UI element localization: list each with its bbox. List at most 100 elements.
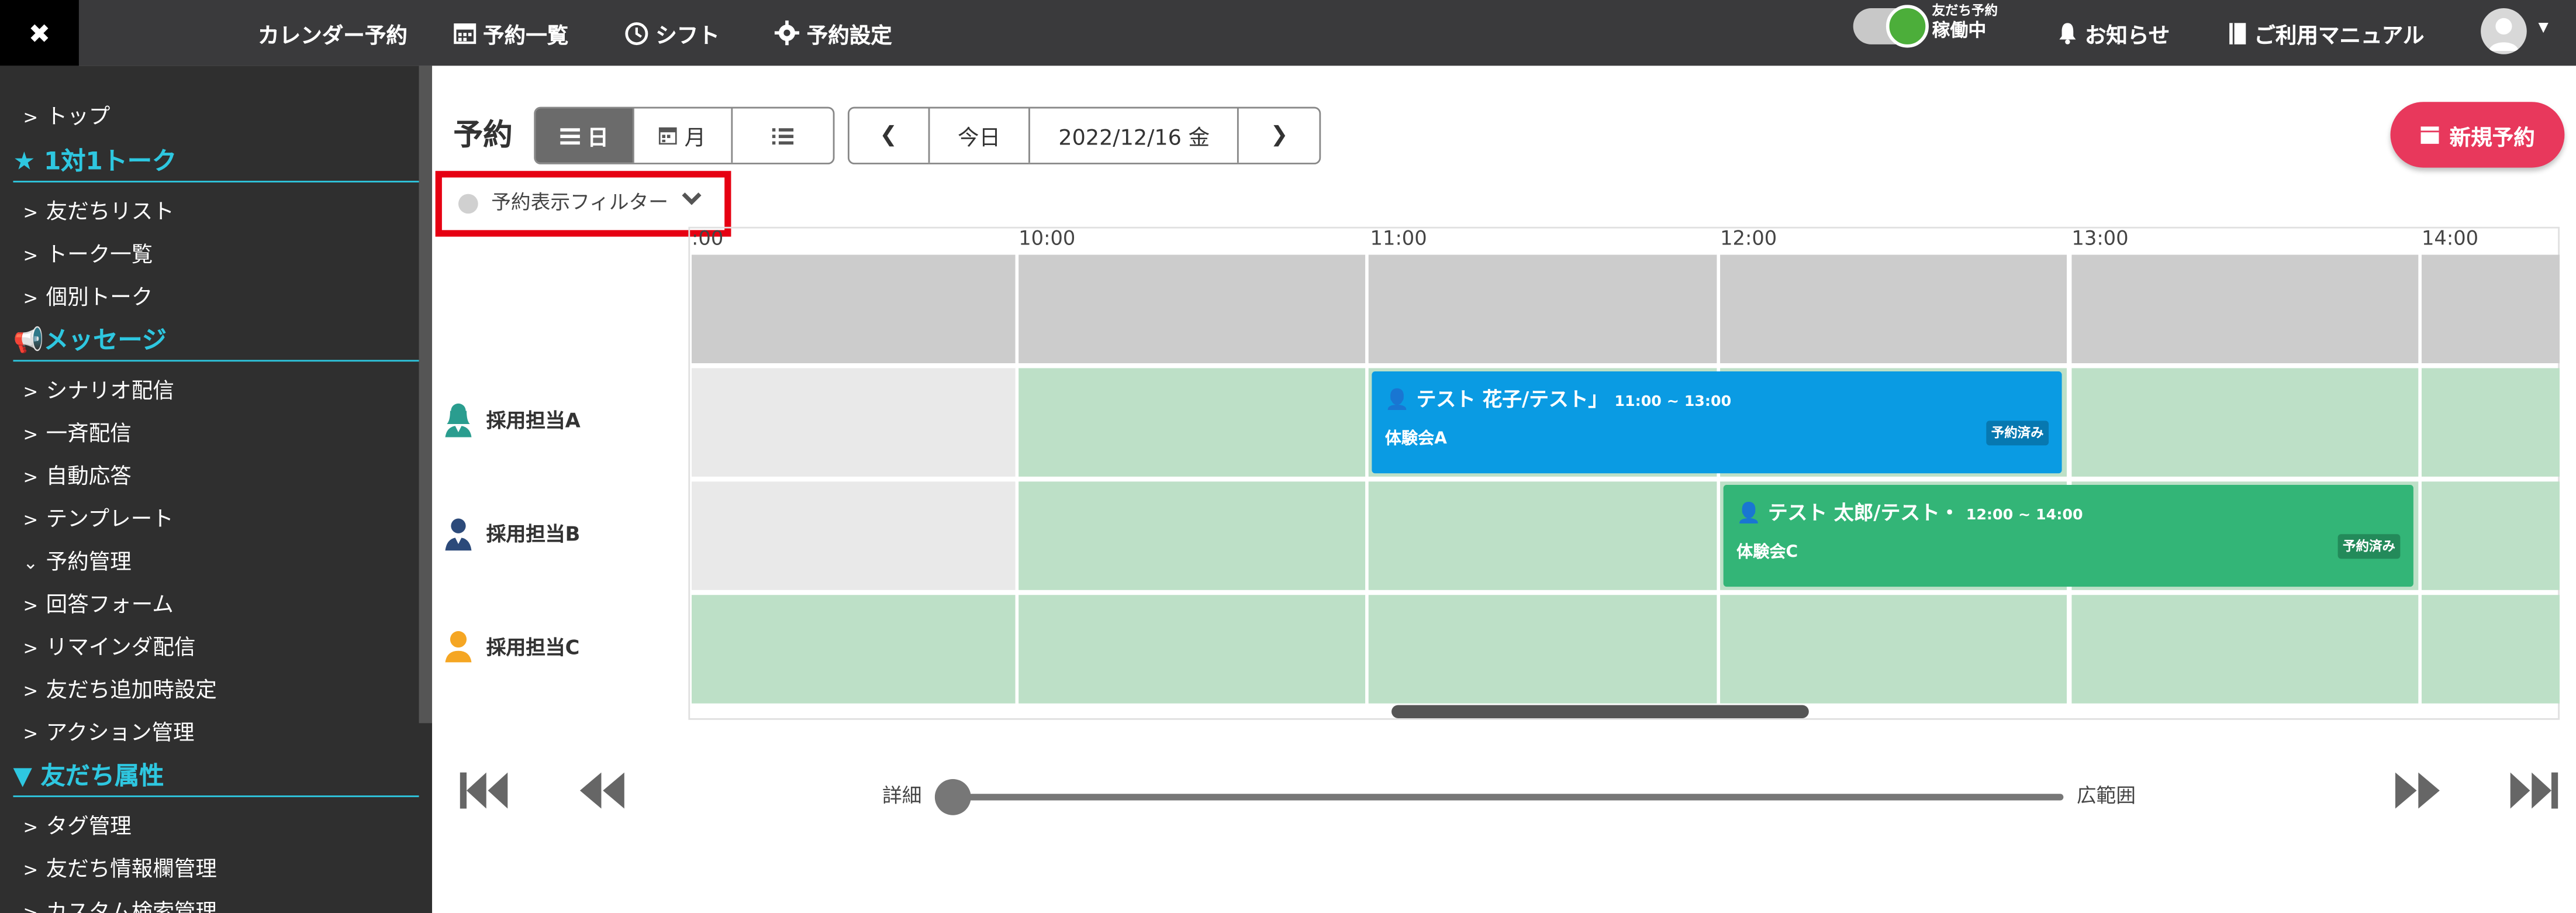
hour-label: 14:00 bbox=[2421, 226, 2479, 250]
hour-label: 13:00 bbox=[2071, 226, 2129, 250]
calendar-grid-icon bbox=[454, 23, 476, 44]
booking-event[interactable]: 👤 テスト 太郎/テスト・ 12:00 ~ 14:00 体験会C 予約済み bbox=[1723, 484, 2413, 587]
page-title: 予約 bbox=[453, 118, 513, 153]
timeline-cell[interactable] bbox=[2071, 368, 2419, 477]
view-month-button[interactable]: 月 bbox=[635, 108, 733, 163]
booking-status-toggle[interactable] bbox=[1853, 5, 1929, 48]
sidebar-item-top[interactable]: > トップ bbox=[23, 99, 110, 130]
chevron-left-icon: ❮ bbox=[879, 123, 898, 148]
zoom-slider-track[interactable] bbox=[952, 794, 2064, 801]
hour-label: 12:00 bbox=[1720, 226, 1777, 250]
list-icon bbox=[560, 127, 580, 144]
zoom-slider-handle[interactable] bbox=[934, 778, 971, 815]
sidebar-item-friend-add-settings[interactable]: > 友だち追加時設定 bbox=[23, 672, 217, 704]
rewind-icon[interactable] bbox=[576, 766, 629, 815]
today-button[interactable]: 今日 bbox=[929, 108, 1031, 163]
notice-link[interactable]: お知らせ bbox=[2057, 0, 2170, 66]
prev-day-button[interactable]: ❮ bbox=[850, 108, 930, 163]
skip-to-start-icon[interactable] bbox=[458, 766, 511, 815]
sidebar-item-auto-reply[interactable]: > 自動応答 bbox=[23, 459, 132, 490]
sidebar-item-scenario[interactable]: > シナリオ配信 bbox=[23, 373, 174, 404]
zoom-detail-label: 詳細 bbox=[882, 784, 922, 807]
clock-icon bbox=[625, 21, 648, 44]
next-day-button[interactable]: ❯ bbox=[1239, 108, 1320, 163]
staff-woman-icon bbox=[445, 403, 472, 437]
view-switcher: 日 月 bbox=[534, 106, 835, 164]
timeline-cell[interactable] bbox=[2421, 254, 2560, 364]
booking-filter-toggle[interactable]: 予約表示フィルター bbox=[435, 171, 731, 237]
sidebar-item-answer-form[interactable]: > 回答フォーム bbox=[23, 587, 173, 618]
timeline-cell[interactable] bbox=[1720, 595, 2067, 704]
nav-shift[interactable]: シフト bbox=[624, 0, 720, 66]
sidebar-item-tag[interactable]: > タグ管理 bbox=[23, 809, 132, 840]
staff-row-label: 採用担当C bbox=[444, 628, 579, 664]
filter-status-dot bbox=[458, 194, 478, 214]
sidebar-item-friends-list[interactable]: > 友だちリスト bbox=[23, 194, 174, 225]
sidebar-section-message: 📢メッセージ bbox=[13, 322, 419, 362]
sidebar-item-broadcast[interactable]: > 一斉配信 bbox=[23, 416, 132, 447]
zoom-wide-label: 広範囲 bbox=[2076, 784, 2136, 807]
person-icon: 👤 bbox=[1384, 388, 1410, 411]
timeline-cell[interactable] bbox=[1018, 595, 1366, 704]
timeline-cell[interactable] bbox=[1368, 481, 1717, 590]
timeline-cell[interactable] bbox=[1368, 595, 1717, 704]
timeline-cell[interactable] bbox=[1018, 368, 1366, 477]
timeline-cell[interactable] bbox=[692, 254, 1016, 364]
timeline-cell[interactable] bbox=[692, 481, 1016, 590]
sidebar-item-friend-info[interactable]: > 友だち情報欄管理 bbox=[23, 852, 217, 883]
date-display[interactable]: 2022/12/16 金 bbox=[1031, 108, 1239, 163]
timeline-cell[interactable] bbox=[692, 368, 1016, 477]
fast-forward-icon[interactable] bbox=[2392, 766, 2444, 815]
sidebar-section-attributes: ▼ 友だち属性 bbox=[13, 757, 419, 797]
sidebar-item-individual-talk[interactable]: > 個別トーク bbox=[23, 280, 153, 311]
date-navigator: ❮ 今日 2022/12/16 金 ❯ bbox=[847, 106, 1321, 164]
timeline-cell[interactable] bbox=[1018, 481, 1366, 590]
manual-link[interactable]: ご利用マニュアル bbox=[2228, 0, 2425, 66]
new-booking-button[interactable]: 新規予約 bbox=[2390, 102, 2565, 168]
chevron-down-icon[interactable]: ▼ bbox=[2538, 20, 2548, 35]
staff-row-label: 採用担当B bbox=[444, 515, 580, 551]
user-avatar[interactable] bbox=[2481, 8, 2527, 54]
nav-calendar-booking[interactable]: カレンダー予約 bbox=[258, 0, 408, 66]
view-day-button[interactable]: 日 bbox=[536, 108, 635, 163]
staff-man-icon bbox=[445, 518, 472, 551]
hour-label: :00 bbox=[692, 226, 724, 250]
timeline-cell[interactable] bbox=[2071, 595, 2419, 704]
timeline-cell[interactable] bbox=[1018, 254, 1366, 364]
timeline-horizontal-scrollbar[interactable] bbox=[1391, 705, 1809, 718]
timeline-cell[interactable] bbox=[2421, 368, 2560, 477]
close-button[interactable]: ✖ bbox=[0, 0, 79, 66]
bullet-list-icon bbox=[772, 127, 793, 144]
sidebar-item-reminder[interactable]: > リマインダ配信 bbox=[23, 629, 195, 660]
timeline-cell[interactable] bbox=[1720, 254, 2067, 364]
chevron-down-icon bbox=[682, 192, 702, 205]
sidebar-item-custom-search[interactable]: > カスタム検索管理 bbox=[23, 894, 217, 913]
calendar-icon bbox=[2420, 126, 2439, 144]
sidebar-item-action-management[interactable]: > アクション管理 bbox=[23, 715, 194, 746]
nav-booking-settings[interactable]: 予約設定 bbox=[774, 0, 892, 66]
view-list-button[interactable] bbox=[732, 108, 833, 163]
skip-to-end-icon[interactable] bbox=[2507, 766, 2560, 815]
person-icon: 👤 bbox=[1736, 501, 1762, 525]
close-icon: ✖ bbox=[28, 17, 51, 49]
nav-booking-list[interactable]: 予約一覧 bbox=[454, 0, 568, 66]
sidebar-item-template[interactable]: > テンプレート bbox=[23, 501, 173, 532]
sidebar-item-talk-list[interactable]: > トーク一覧 bbox=[23, 237, 153, 268]
user-avatar-icon bbox=[2489, 18, 2519, 51]
timeline-cell[interactable] bbox=[2421, 481, 2560, 590]
timeline-cell[interactable] bbox=[692, 595, 1016, 704]
staff-person-icon bbox=[445, 631, 472, 663]
book-icon bbox=[2229, 22, 2246, 44]
timeline-cell[interactable] bbox=[1368, 254, 1717, 364]
sidebar-scrollbar[interactable] bbox=[419, 66, 433, 723]
calendar-icon bbox=[659, 127, 678, 145]
status-badge: 予約済み bbox=[1986, 421, 2049, 446]
timeline-cell[interactable] bbox=[2071, 254, 2419, 364]
hour-label: 10:00 bbox=[1018, 226, 1076, 250]
sidebar-item-booking-management[interactable]: ⌄ 予約管理 bbox=[23, 544, 132, 575]
booking-event[interactable]: 👤 テスト 花子/テスト」 11:00 ~ 13:00 体験会A 予約済み bbox=[1372, 371, 2062, 474]
status-badge: 予約済み bbox=[2337, 534, 2401, 559]
timeline-cell[interactable] bbox=[2421, 595, 2560, 704]
gear-icon bbox=[774, 20, 800, 46]
star-icon: ★ bbox=[13, 146, 44, 176]
